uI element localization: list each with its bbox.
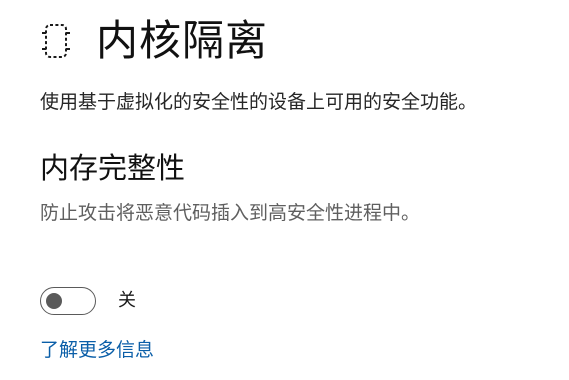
learn-more-link[interactable]: 了解更多信息 xyxy=(40,336,154,364)
memory-integrity-description: 防止攻击将恶意代码插入到高安全性进程中。 xyxy=(40,202,421,224)
page-description: 使用基于虚拟化的安全性的设备上可用的安全功能。 xyxy=(40,91,478,113)
core-isolation-chip-icon xyxy=(40,19,72,63)
memory-integrity-toggle[interactable] xyxy=(40,287,96,315)
page-title: 内核隔离 xyxy=(96,16,269,65)
page-header: 内核隔离 xyxy=(40,14,268,68)
memory-integrity-toggle-row[interactable]: 关 xyxy=(40,287,136,315)
toggle-knob xyxy=(46,292,62,309)
memory-integrity-title: 内存完整性 xyxy=(40,151,186,185)
toggle-state-label: 关 xyxy=(118,290,136,311)
